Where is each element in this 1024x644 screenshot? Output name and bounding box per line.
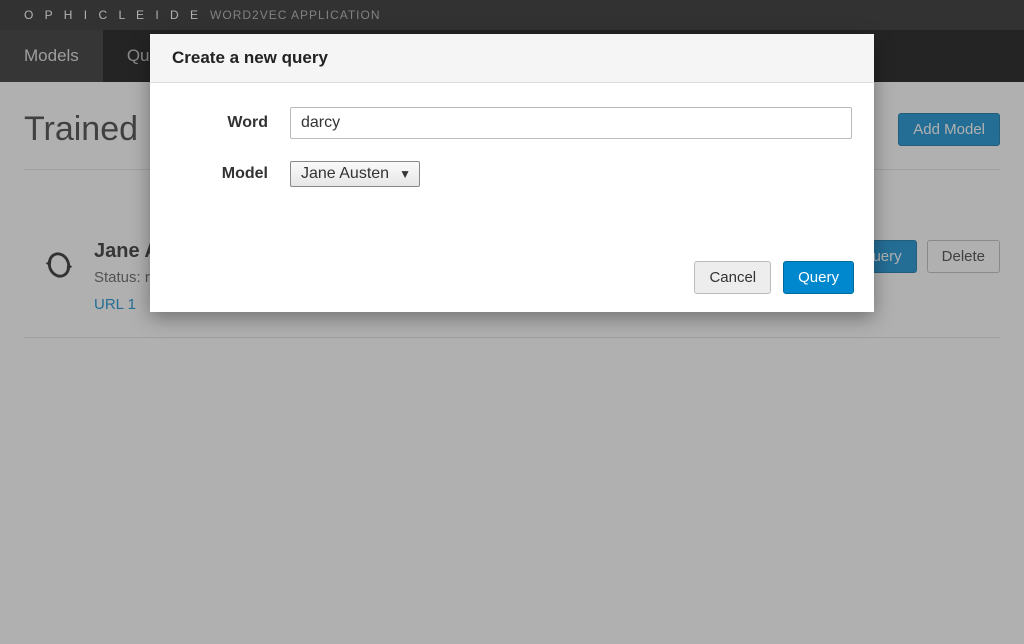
modal-header: Create a new query: [150, 34, 874, 83]
model-select[interactable]: Jane Austen ▼: [290, 161, 420, 187]
create-query-modal: Create a new query Word Model Jane Auste…: [150, 34, 874, 312]
model-select-label: Model: [172, 165, 290, 183]
modal-title: Create a new query: [172, 48, 852, 68]
model-row: Model Jane Austen ▼: [172, 161, 852, 187]
model-select-value: Jane Austen: [301, 165, 389, 183]
query-button[interactable]: Query: [783, 261, 854, 294]
cancel-button[interactable]: Cancel: [694, 261, 771, 294]
modal-body: Word Model Jane Austen ▼: [150, 83, 874, 249]
word-input[interactable]: [290, 107, 852, 139]
word-row: Word: [172, 107, 852, 139]
modal-footer: Cancel Query: [150, 249, 874, 312]
word-label: Word: [172, 114, 290, 132]
chevron-down-icon: ▼: [399, 167, 411, 181]
